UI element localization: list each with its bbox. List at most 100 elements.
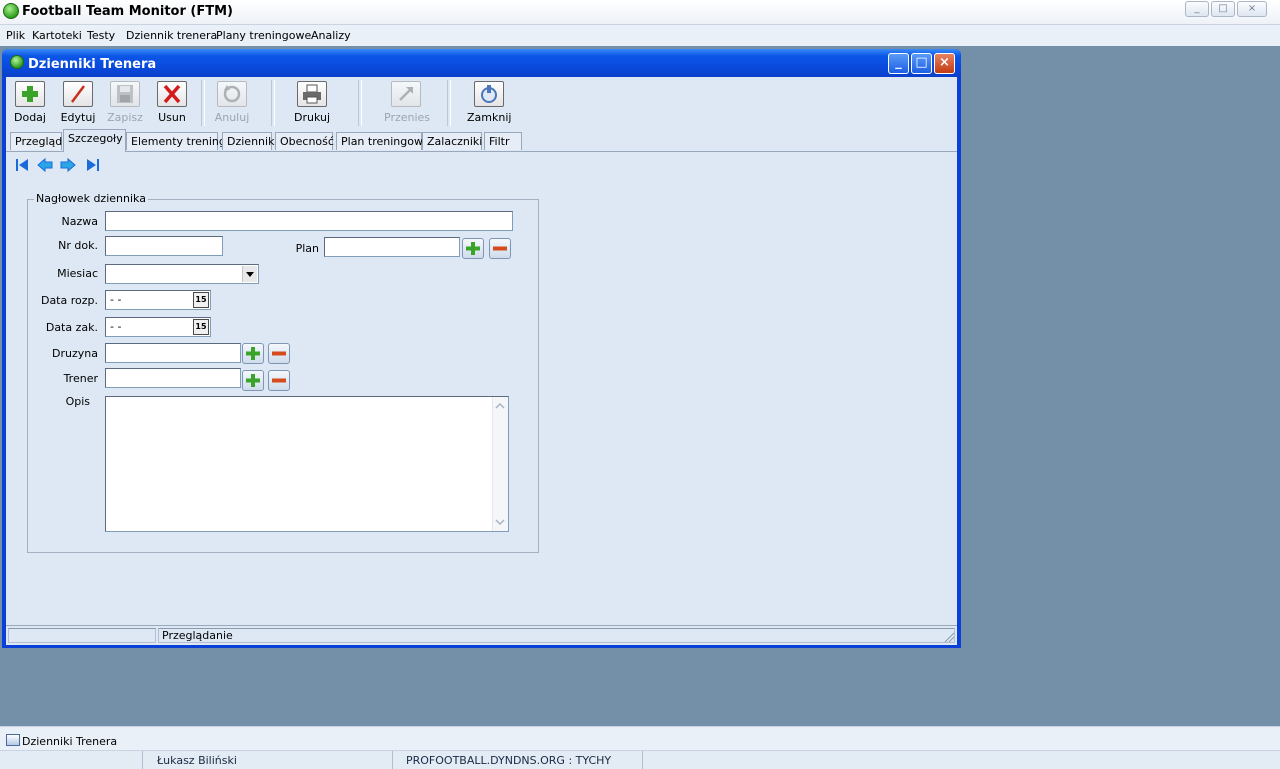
remove-druzyna-button[interactable] <box>268 343 290 364</box>
move-button[interactable]: Przenies <box>384 81 431 127</box>
save-label: Zapisz <box>107 111 143 124</box>
toolbar-separator <box>447 80 451 126</box>
next-record-icon[interactable] <box>60 157 76 173</box>
tab-przeglad[interactable]: Przegląd <box>10 132 62 150</box>
toolbar: Dodaj Edytuj Zapisz Usun Anuluj Drukuj P… <box>6 77 957 130</box>
resize-grip-icon[interactable] <box>943 631 955 643</box>
app-restore-button[interactable]: □ <box>1211 1 1235 17</box>
menu-dziennik-trenera[interactable]: Dziennik trenera <box>126 29 217 42</box>
window-logo-icon <box>10 55 24 69</box>
add-druzyna-button[interactable] <box>242 343 264 364</box>
plus-icon <box>246 374 260 387</box>
app-logo-icon <box>3 3 19 19</box>
minus-icon <box>272 378 286 383</box>
nazwa-field[interactable] <box>105 211 513 231</box>
calendar-icon[interactable]: 15 <box>193 292 209 308</box>
nr-dok-field[interactable] <box>105 236 223 256</box>
tab-strip: Przegląd Szczegoły Elementy treningu Dzi… <box>6 129 957 152</box>
add-button[interactable]: Dodaj <box>8 81 52 127</box>
data-rozp-field[interactable]: - - 15 <box>105 290 211 310</box>
plus-icon <box>466 242 480 255</box>
trener-field[interactable] <box>105 368 241 388</box>
druzyna-field[interactable] <box>105 343 241 363</box>
undo-icon <box>217 81 247 107</box>
menu-analizy[interactable]: Analizy <box>311 29 351 42</box>
window-maximize-button[interactable]: □ <box>911 53 932 74</box>
save-button[interactable]: Zapisz <box>103 81 147 127</box>
opis-label: Opis <box>65 395 90 408</box>
window-body: Dodaj Edytuj Zapisz Usun Anuluj Drukuj P… <box>6 77 957 645</box>
edit-button[interactable]: Edytuj <box>56 81 100 127</box>
add-icon <box>15 81 45 107</box>
edit-label: Edytuj <box>60 111 96 124</box>
exit-door-icon <box>474 81 504 107</box>
data-rozp-label: Data rozp. <box>40 294 98 307</box>
opis-textarea[interactable] <box>105 396 509 532</box>
minus-icon <box>493 246 507 251</box>
group-title: Nagłowek dziennika <box>34 192 148 205</box>
tab-szczegoly[interactable]: Szczegoły <box>63 129 126 152</box>
status-panel-left <box>8 628 156 643</box>
data-rozp-value: - - <box>110 293 122 306</box>
app-close-button[interactable]: × <box>1237 1 1267 17</box>
child-titlebar[interactable]: Dzienniki Trenera _ □ × <box>2 49 961 77</box>
app-status-bar: Łukasz Biliński PROFOOTBALL.DYNDNS.ORG :… <box>0 750 1280 769</box>
cancel-button[interactable]: Anuluj <box>210 81 254 127</box>
app-titlebar: Football Team Monitor (FTM) _ □ × <box>0 0 1280 25</box>
nr-dok-label: Nr dok. <box>58 239 98 252</box>
app-minimize-button[interactable]: _ <box>1185 1 1209 17</box>
data-zak-value: - - <box>110 320 122 333</box>
toolbar-separator <box>271 80 275 126</box>
scroll-down-icon[interactable] <box>493 515 507 529</box>
child-window: Dzienniki Trenera _ □ × Dodaj Edytuj Zap… <box>2 49 961 648</box>
toolbar-separator <box>358 80 362 126</box>
last-record-icon[interactable] <box>85 157 101 173</box>
scroll-up-icon[interactable] <box>493 399 507 413</box>
previous-record-icon[interactable] <box>37 157 53 173</box>
remove-plan-button[interactable] <box>489 238 511 259</box>
delete-button[interactable]: Usun <box>150 81 194 127</box>
tab-filtr[interactable]: Filtr <box>484 132 522 150</box>
tab-zalaczniki[interactable]: Zalaczniki <box>422 132 482 150</box>
calendar-icon[interactable]: 15 <box>193 319 209 335</box>
opis-scrollbar[interactable] <box>492 397 508 531</box>
tab-obecnosc[interactable]: Obecność <box>275 132 334 150</box>
window-minimize-button[interactable]: _ <box>888 53 909 74</box>
status-panel-mode: Przeglądanie <box>158 628 955 643</box>
add-plan-button[interactable] <box>462 238 484 259</box>
plan-field[interactable] <box>324 237 460 257</box>
status-bar: Przeglądanie <box>6 625 957 645</box>
close-form-button[interactable]: Zamknij <box>467 81 511 127</box>
chevron-down-icon[interactable] <box>242 266 257 282</box>
menu-kartoteki[interactable]: Kartoteki <box>32 29 82 42</box>
task-label: Dzienniki Trenera <box>22 735 118 748</box>
move-label: Przenies <box>384 111 431 124</box>
window-close-button[interactable]: × <box>934 53 955 74</box>
window-taskbar: Dzienniki Trenera <box>0 726 1280 751</box>
first-record-icon[interactable] <box>14 157 30 173</box>
add-trener-button[interactable] <box>242 370 264 391</box>
minus-icon <box>272 351 286 356</box>
add-label: Dodaj <box>14 111 46 124</box>
print-button[interactable]: Drukuj <box>290 81 334 127</box>
status-divider <box>642 751 643 769</box>
tab-dziennik[interactable]: Dziennik <box>222 132 274 150</box>
menu-testy[interactable]: Testy <box>87 29 115 42</box>
app-title: Football Team Monitor (FTM) <box>22 4 233 19</box>
plus-icon <box>246 347 260 360</box>
toolbar-separator <box>201 80 205 126</box>
journal-header-group: Nagłowek dziennika Nazwa Nr dok. Plan Mi… <box>27 192 539 553</box>
close-form-label: Zamknij <box>467 111 512 124</box>
tab-plan-treningowy[interactable]: Plan treningowy <box>336 132 429 150</box>
task-dzienniki-trenera[interactable]: Dzienniki Trenera <box>4 734 117 749</box>
data-zak-field[interactable]: - - 15 <box>105 317 211 337</box>
tab-elementy-treningu[interactable]: Elementy treningu <box>126 132 233 150</box>
move-icon <box>391 81 421 107</box>
menu-plik[interactable]: Plik <box>6 29 25 42</box>
cancel-label: Anuluj <box>214 111 250 124</box>
window-icon <box>6 734 20 746</box>
miesiac-dropdown[interactable] <box>105 264 259 284</box>
menu-plany-treningowe[interactable]: Plany treningowe <box>216 29 311 42</box>
status-divider <box>142 751 143 769</box>
remove-trener-button[interactable] <box>268 370 290 391</box>
